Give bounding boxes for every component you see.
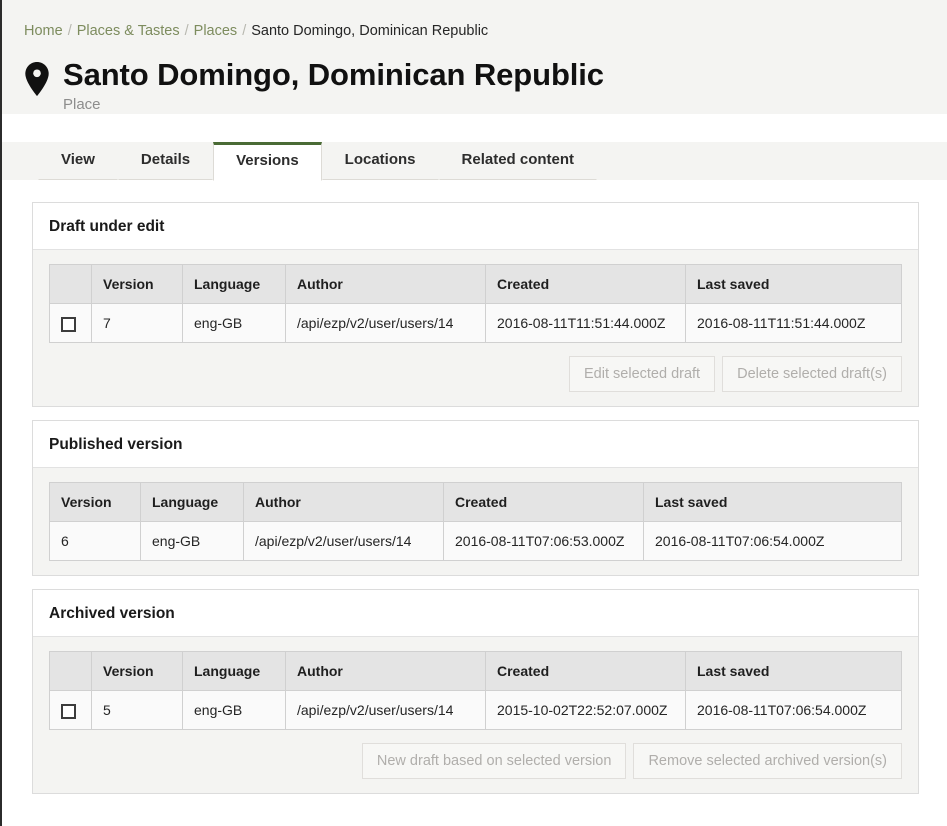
table-header-row: Version Language Author Created Last sav… (49, 264, 902, 304)
cell-author: /api/ezp/v2/user/users/14 (243, 521, 444, 561)
breadcrumb-separator: / (67, 23, 72, 39)
tab-content-versions: Draft under edit Version Language Author… (2, 180, 947, 816)
new-draft-from-version-button[interactable]: New draft based on selected version (361, 743, 627, 779)
title-block: Santo Domingo, Dominican Republic Place (63, 56, 604, 114)
row-select-checkbox[interactable] (61, 316, 76, 332)
panel-header: Draft under edit (33, 203, 918, 250)
table-header: Version Language Author Created Last sav… (49, 651, 902, 691)
breadcrumb-link[interactable]: Places (194, 23, 238, 39)
table-body: 5 eng-GB /api/ezp/v2/user/users/14 2015-… (49, 690, 902, 730)
column-header-version: Version (91, 264, 183, 304)
cell-language: eng-GB (182, 690, 286, 730)
panel-header: Archived version (33, 590, 918, 637)
tab-view[interactable]: View (38, 141, 118, 180)
cell-version: 6 (49, 521, 141, 561)
panel-title: Published version (49, 436, 183, 453)
page-header: Home / Places & Tastes / Places / Santo Doming… (2, 0, 947, 114)
cell-created: 2016-08-11T11:51:44.000Z (485, 303, 686, 343)
cell-language: eng-GB (182, 303, 286, 343)
column-header-author: Author (285, 651, 486, 691)
tab-related-content[interactable]: Related content (438, 141, 598, 180)
table-row: 6 eng-GB /api/ezp/v2/user/users/14 2016-… (49, 521, 902, 561)
archived-actions: New draft based on selected version Remo… (49, 743, 902, 779)
title-row: Santo Domingo, Dominican Republic Place (24, 56, 947, 114)
table-header: Version Language Author Created Last sav… (49, 482, 902, 522)
page-root: Home / Places & Tastes / Places / Santo Doming… (0, 0, 947, 826)
archived-versions-table: Version Language Author Created Last sav… (49, 651, 902, 730)
column-header-author: Author (243, 482, 444, 522)
cell-created: 2016-08-11T07:06:53.000Z (443, 521, 644, 561)
column-header-language: Language (140, 482, 244, 522)
panel-title: Draft under edit (49, 218, 165, 235)
breadcrumb: Home / Places & Tastes / Places / Santo Doming… (24, 22, 947, 40)
column-header-last-saved: Last saved (685, 651, 902, 691)
column-header-select (49, 651, 92, 691)
cell-version: 5 (91, 690, 183, 730)
column-header-language: Language (182, 264, 286, 304)
cell-version: 7 (91, 303, 183, 343)
panel-body: Version Language Author Created Last sav… (33, 250, 918, 406)
tab-locations[interactable]: Locations (321, 141, 439, 180)
column-header-author: Author (285, 264, 486, 304)
breadcrumb-current: Santo Domingo, Dominican Republic (251, 23, 489, 39)
table-body: 7 eng-GB /api/ezp/v2/user/users/14 2016-… (49, 303, 902, 343)
column-header-created: Created (443, 482, 644, 522)
column-header-language: Language (182, 651, 286, 691)
panel-archived-version: Archived version Version Language Author… (32, 589, 919, 794)
breadcrumb-link[interactable]: Home (24, 23, 63, 39)
cell-author: /api/ezp/v2/user/users/14 (285, 303, 486, 343)
tab-details[interactable]: Details (117, 141, 214, 180)
delete-selected-drafts-button[interactable]: Delete selected draft(s) (722, 356, 902, 392)
remove-archived-versions-button[interactable]: Remove selected archived version(s) (633, 743, 902, 779)
panel-published-version: Published version Version Language Autho… (32, 420, 919, 576)
breadcrumb-link[interactable]: Places & Tastes (77, 23, 180, 39)
column-header-version: Version (49, 482, 141, 522)
cell-language: eng-GB (140, 521, 244, 561)
table-body: 6 eng-GB /api/ezp/v2/user/users/14 2016-… (49, 521, 902, 561)
panel-draft-under-edit: Draft under edit Version Language Author… (32, 202, 919, 407)
draft-actions: Edit selected draft Delete selected draf… (49, 356, 902, 392)
panel-title: Archived version (49, 605, 175, 622)
column-header-last-saved: Last saved (685, 264, 902, 304)
column-header-version: Version (91, 651, 183, 691)
edit-selected-draft-button[interactable]: Edit selected draft (569, 356, 716, 392)
breadcrumb-separator: / (184, 23, 189, 39)
table-row: 7 eng-GB /api/ezp/v2/user/users/14 2016-… (49, 303, 902, 343)
cell-last-saved: 2016-08-11T11:51:44.000Z (685, 303, 902, 343)
cell-created: 2015-10-02T22:52:07.000Z (485, 690, 686, 730)
published-versions-table: Version Language Author Created Last sav… (49, 482, 902, 561)
column-header-select (49, 264, 92, 304)
row-select-cell (49, 303, 92, 343)
table-header-row: Version Language Author Created Last sav… (49, 482, 902, 522)
tab-versions[interactable]: Versions (213, 142, 322, 181)
panel-body: Version Language Author Created Last sav… (33, 637, 918, 793)
tab-bar: View Details Versions Locations Related cont… (2, 141, 947, 181)
column-header-created: Created (485, 651, 686, 691)
page-title: Santo Domingo, Dominican Republic (63, 57, 604, 92)
page-subtitle: Place (63, 96, 101, 113)
table-header-row: Version Language Author Created Last sav… (49, 651, 902, 691)
cell-author: /api/ezp/v2/user/users/14 (285, 690, 486, 730)
cell-last-saved: 2016-08-11T07:06:54.000Z (643, 521, 902, 561)
draft-versions-table: Version Language Author Created Last sav… (49, 264, 902, 343)
column-header-created: Created (485, 264, 686, 304)
table-header: Version Language Author Created Last sav… (49, 264, 902, 304)
row-select-checkbox[interactable] (61, 703, 76, 719)
breadcrumb-separator: / (242, 23, 247, 39)
table-row: 5 eng-GB /api/ezp/v2/user/users/14 2015-… (49, 690, 902, 730)
map-pin-icon (24, 62, 50, 96)
row-select-cell (49, 690, 92, 730)
cell-last-saved: 2016-08-11T07:06:54.000Z (685, 690, 902, 730)
panel-header: Published version (33, 421, 918, 468)
panel-body: Version Language Author Created Last sav… (33, 468, 918, 575)
column-header-last-saved: Last saved (643, 482, 902, 522)
